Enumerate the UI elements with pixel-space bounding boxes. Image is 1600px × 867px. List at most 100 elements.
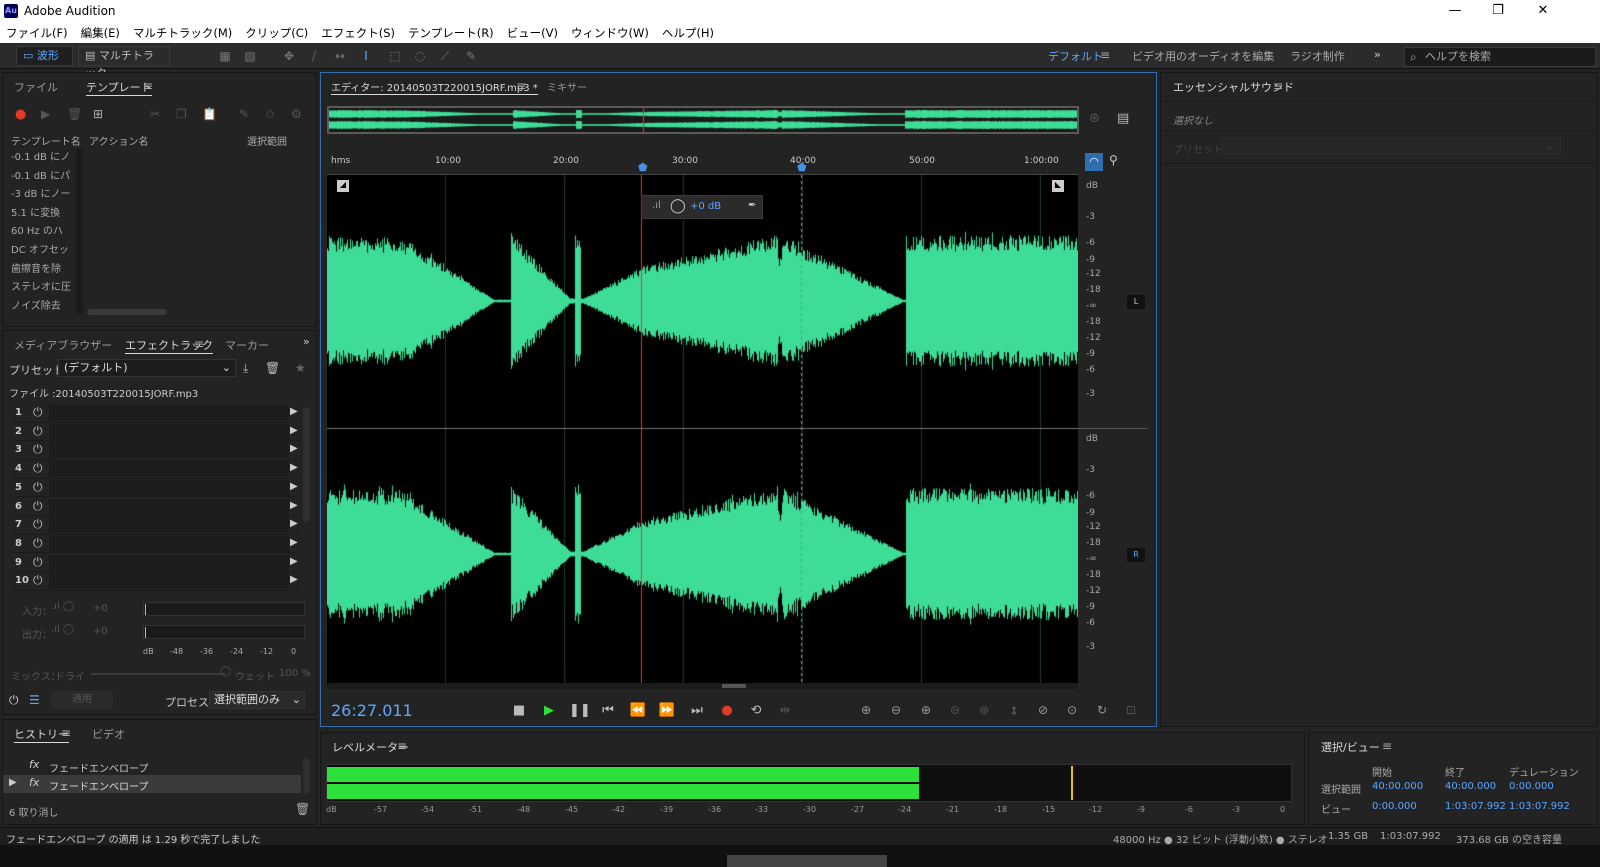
time-selection-tool-icon[interactable]: I	[357, 47, 375, 65]
zoom-out-time-icon[interactable]: ⊖	[945, 703, 965, 717]
panel-menu-icon[interactable]: ≡	[1273, 79, 1283, 93]
preset-dropdown[interactable]: ⌄	[1221, 137, 1561, 155]
pause-icon[interactable]: ❚❚	[569, 703, 591, 718]
slot-arrow-icon[interactable]: ▶	[290, 462, 298, 473]
save-preset-icon[interactable]: ⤓	[243, 361, 248, 376]
spectral-frequency-icon[interactable]: ▦	[216, 47, 234, 65]
power-icon[interactable]: ⏻	[33, 480, 43, 495]
taskbar-active-item[interactable]	[727, 855, 887, 867]
zoom-in-amplitude-icon[interactable]: ⊕	[856, 703, 876, 717]
move-tool-icon[interactable]: ✥	[280, 47, 298, 65]
favorite-icon[interactable]: ✩	[265, 107, 275, 121]
hud-pin-icon[interactable]: ✒	[748, 200, 756, 211]
delete-preset-icon[interactable]: 🗑	[265, 361, 280, 375]
zoom-in-time-icon[interactable]: ⊕	[916, 703, 936, 717]
zoom-full-icon[interactable]: ⊙	[1062, 703, 1082, 717]
tab-mixer[interactable]: ミキサー	[547, 79, 587, 94]
list-item[interactable]: -0.1 dB にノ	[11, 149, 73, 168]
record-icon[interactable]: ●	[15, 107, 26, 122]
fade-in-handle[interactable]: ◢	[337, 180, 349, 192]
menu-edit[interactable]: 編集(E)	[81, 23, 120, 43]
panel-menu-icon[interactable]: ≡	[1382, 739, 1392, 753]
effect-slot[interactable]: 3 ⏻ ▶	[11, 441, 301, 460]
list-item[interactable]: DC オフセッ	[11, 242, 73, 261]
slot-field[interactable]	[49, 535, 289, 552]
skip-selection-icon[interactable]: ⇹	[775, 703, 795, 718]
play-icon[interactable]: ▶	[539, 703, 559, 718]
power-icon[interactable]: ⏻	[33, 573, 43, 588]
selection-end[interactable]: 40:00.000	[1445, 781, 1496, 792]
effect-slot[interactable]: 5 ⏻ ▶	[11, 479, 301, 498]
menu-window[interactable]: ウィンドウ(W)	[571, 23, 649, 43]
zoom-reset-icon[interactable]: ↻	[1092, 703, 1112, 717]
output-value[interactable]: +0	[93, 626, 108, 637]
list-item[interactable]: 60 Hz のハ	[11, 223, 73, 242]
slot-arrow-icon[interactable]: ▶	[290, 556, 298, 567]
view-duration[interactable]: 1:03:07.992	[1509, 801, 1570, 812]
menu-multitrack[interactable]: マルチトラック(M)	[133, 23, 232, 43]
overview-options-icon[interactable]: ▤	[1117, 111, 1129, 126]
time-ruler[interactable]: hms 10:00 20:00 30:00 40:00 50:00 1:00:0…	[327, 151, 1078, 175]
view-end[interactable]: 1:03:07.992	[1445, 801, 1506, 812]
panel-menu-icon[interactable]: ≡	[397, 739, 407, 753]
effect-slot[interactable]: 7 ⏻ ▶	[11, 516, 301, 535]
power-icon[interactable]: ⏻	[33, 461, 43, 476]
loop-icon[interactable]: ⟲	[746, 703, 766, 718]
zoom-selection-icon[interactable]: ⊛	[974, 703, 994, 717]
marquee-tool-icon[interactable]: ⬚	[386, 47, 404, 65]
slot-arrow-icon[interactable]: ▶	[290, 537, 298, 548]
list-item[interactable]: ステレオに圧	[11, 279, 73, 298]
slot-arrow-icon[interactable]: ▶	[290, 481, 298, 492]
column-action-name[interactable]: アクション名	[89, 133, 149, 148]
horizontal-scrollbar[interactable]	[87, 309, 167, 315]
effect-slot[interactable]: 1 ⏻ ▶	[11, 404, 301, 423]
slot-arrow-icon[interactable]: ▶	[290, 518, 298, 529]
mix-slider-handle[interactable]: ◯	[220, 666, 231, 677]
slot-field[interactable]	[49, 479, 289, 496]
list-item[interactable]: ノイズ除去	[11, 298, 73, 314]
channel-left-button[interactable]: L	[1127, 295, 1145, 309]
slot-field[interactable]	[49, 554, 289, 571]
workspace-radio[interactable]: ラジオ制作	[1290, 48, 1345, 64]
tab-files[interactable]: ファイル	[14, 79, 58, 95]
batch-icon[interactable]: ⊞	[93, 107, 103, 121]
effect-slot[interactable]: 6 ⏻ ▶	[11, 498, 301, 516]
panel-menu-icon[interactable]: ≡	[516, 79, 526, 93]
selection-duration[interactable]: 0:00.000	[1509, 781, 1554, 792]
zoom-in-point-icon[interactable]: ⦂	[1004, 703, 1024, 718]
panel-menu-icon[interactable]: ≡	[61, 726, 71, 740]
slot-field[interactable]	[49, 405, 289, 421]
view-start[interactable]: 0:00.000	[1372, 801, 1417, 812]
menu-effects[interactable]: エフェクト(S)	[321, 23, 395, 43]
spot-healing-tool-icon[interactable]: ✎	[462, 47, 480, 65]
spectral-pitch-icon[interactable]: ▧	[241, 47, 259, 65]
workspace-video[interactable]: ビデオ用のオーディオを編集	[1132, 48, 1274, 64]
record-icon[interactable]: ●	[717, 703, 737, 718]
menu-clip[interactable]: クリップ(C)	[245, 23, 308, 43]
previous-icon[interactable]: ⏮	[598, 703, 618, 718]
column-splitter[interactable]	[76, 149, 83, 314]
minimize-icon[interactable]: —	[1440, 2, 1470, 20]
menu-templates[interactable]: テンプレート(R)	[408, 23, 494, 43]
effect-slot[interactable]: 10 ⏻ ▶	[11, 572, 301, 591]
workspace-menu-icon[interactable]: ≡	[1100, 48, 1110, 62]
list-item[interactable]: -3 dB にノー	[11, 186, 73, 205]
tab-editor[interactable]: エディター: 20140503T220015JORF.mp3 *	[331, 79, 538, 95]
play-icon[interactable]: ▶	[41, 107, 50, 121]
fast-forward-icon[interactable]: ⏩	[657, 703, 677, 718]
tab-markers[interactable]: マーカー	[225, 337, 269, 353]
panel-menu-icon[interactable]: ≡	[194, 337, 204, 351]
history-item-current[interactable]: ▶ fx フェードエンベロープ	[3, 775, 301, 793]
process-select[interactable]: 選択範囲のみ ⌄	[209, 691, 305, 709]
list-item[interactable]: -0.1 dB にパ	[11, 168, 73, 187]
list-item[interactable]: 歯擦音を除	[11, 261, 73, 280]
slot-arrow-icon[interactable]: ▶	[290, 574, 298, 585]
zoom-out-amplitude-icon[interactable]: ⊖	[886, 703, 906, 717]
slot-field[interactable]	[49, 517, 289, 534]
power-icon[interactable]: ⏻	[33, 442, 43, 457]
more-tabs-icon[interactable]: »	[303, 335, 310, 348]
search-input[interactable]: ヘルプを検索	[1404, 47, 1596, 67]
favorite-star-icon[interactable]: ★	[295, 361, 306, 375]
channel-right-button[interactable]: R	[1127, 548, 1145, 562]
history-scrollbar[interactable]	[303, 758, 310, 794]
